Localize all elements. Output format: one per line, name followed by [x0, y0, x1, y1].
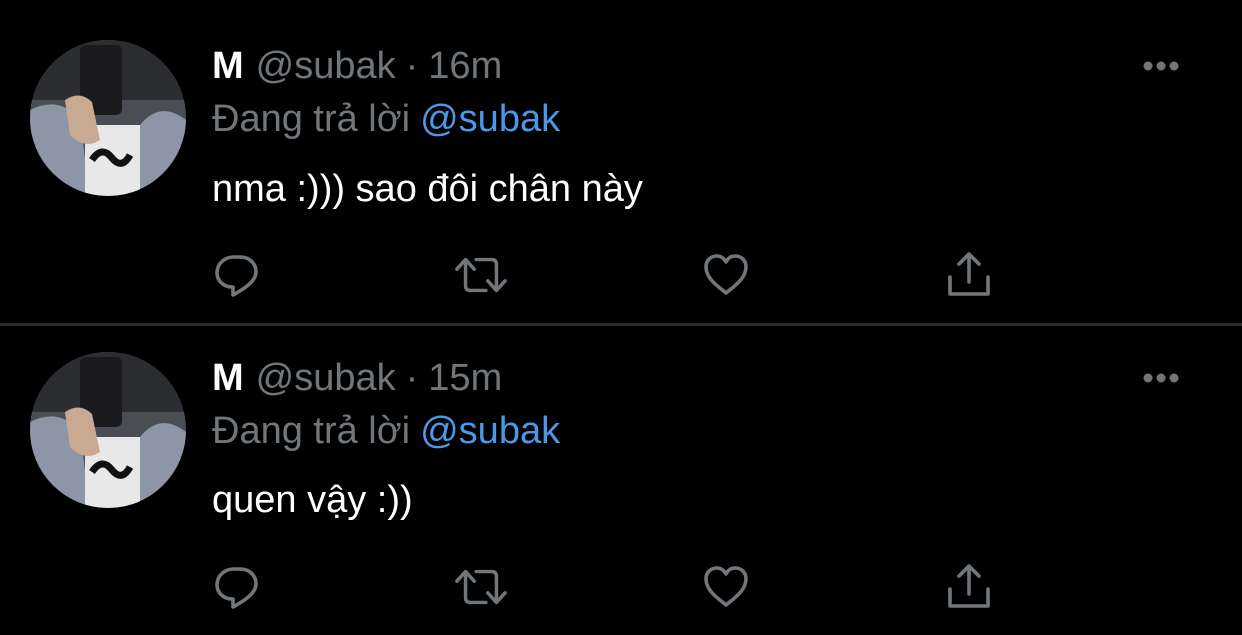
tweet-actions [0, 559, 1242, 615]
separator-dot: · [405, 357, 419, 399]
retweet-button[interactable] [453, 247, 509, 303]
more-options-button[interactable] [1136, 51, 1186, 81]
more-horizontal-icon [1143, 61, 1179, 71]
tweet[interactable]: M @subak · 16m Đang trả lời @subak nma :))) … [0, 0, 1242, 324]
separator-dot: · [405, 45, 419, 87]
avatar-photo [30, 352, 186, 508]
tweet-actions [0, 247, 1242, 303]
tweet-text: quen vậy :)) [212, 479, 413, 521]
timestamp[interactable]: 16m [428, 45, 502, 87]
reply-button[interactable] [209, 247, 265, 303]
timeline: M @subak · 16m Đang trả lời @subak nma :))) … [0, 0, 1242, 635]
replying-to: Đang trả lời @subak [212, 95, 560, 143]
replying-to-label: Đang trả lời [212, 98, 411, 140]
like-button[interactable] [698, 559, 754, 615]
author-name[interactable]: M [212, 357, 244, 399]
heart-icon [704, 566, 748, 607]
author-handle[interactable]: @subak [256, 45, 396, 87]
reply-icon [215, 567, 258, 609]
avatar[interactable] [30, 40, 186, 196]
reply-mention-link[interactable]: @subak [420, 98, 560, 140]
retweet-icon [455, 257, 507, 293]
tweet[interactable]: M @subak · 15m Đang trả lời @subak quen vậy … [0, 326, 1242, 635]
reply-icon [215, 255, 258, 297]
reply-button[interactable] [209, 559, 265, 615]
retweet-icon [455, 569, 507, 605]
heart-icon [704, 254, 748, 295]
replying-to-label: Đang trả lời [212, 410, 411, 452]
tweet-header: M @subak · 16m [212, 42, 502, 90]
share-icon [948, 252, 990, 296]
avatar[interactable] [30, 352, 186, 508]
tweet-text: nma :))) sao đôi chân này [212, 168, 643, 210]
replying-to: Đang trả lời @subak [212, 407, 560, 455]
share-icon [948, 564, 990, 608]
avatar-photo [30, 40, 186, 196]
like-button[interactable] [698, 247, 754, 303]
tweet-header: M @subak · 15m [212, 354, 502, 402]
more-options-button[interactable] [1136, 363, 1186, 393]
reply-mention-link[interactable]: @subak [420, 410, 560, 452]
author-name[interactable]: M [212, 45, 244, 87]
retweet-button[interactable] [453, 559, 509, 615]
author-handle[interactable]: @subak [256, 357, 396, 399]
share-button[interactable] [941, 559, 997, 615]
timestamp[interactable]: 15m [428, 357, 502, 399]
share-button[interactable] [941, 247, 997, 303]
more-horizontal-icon [1143, 373, 1179, 383]
